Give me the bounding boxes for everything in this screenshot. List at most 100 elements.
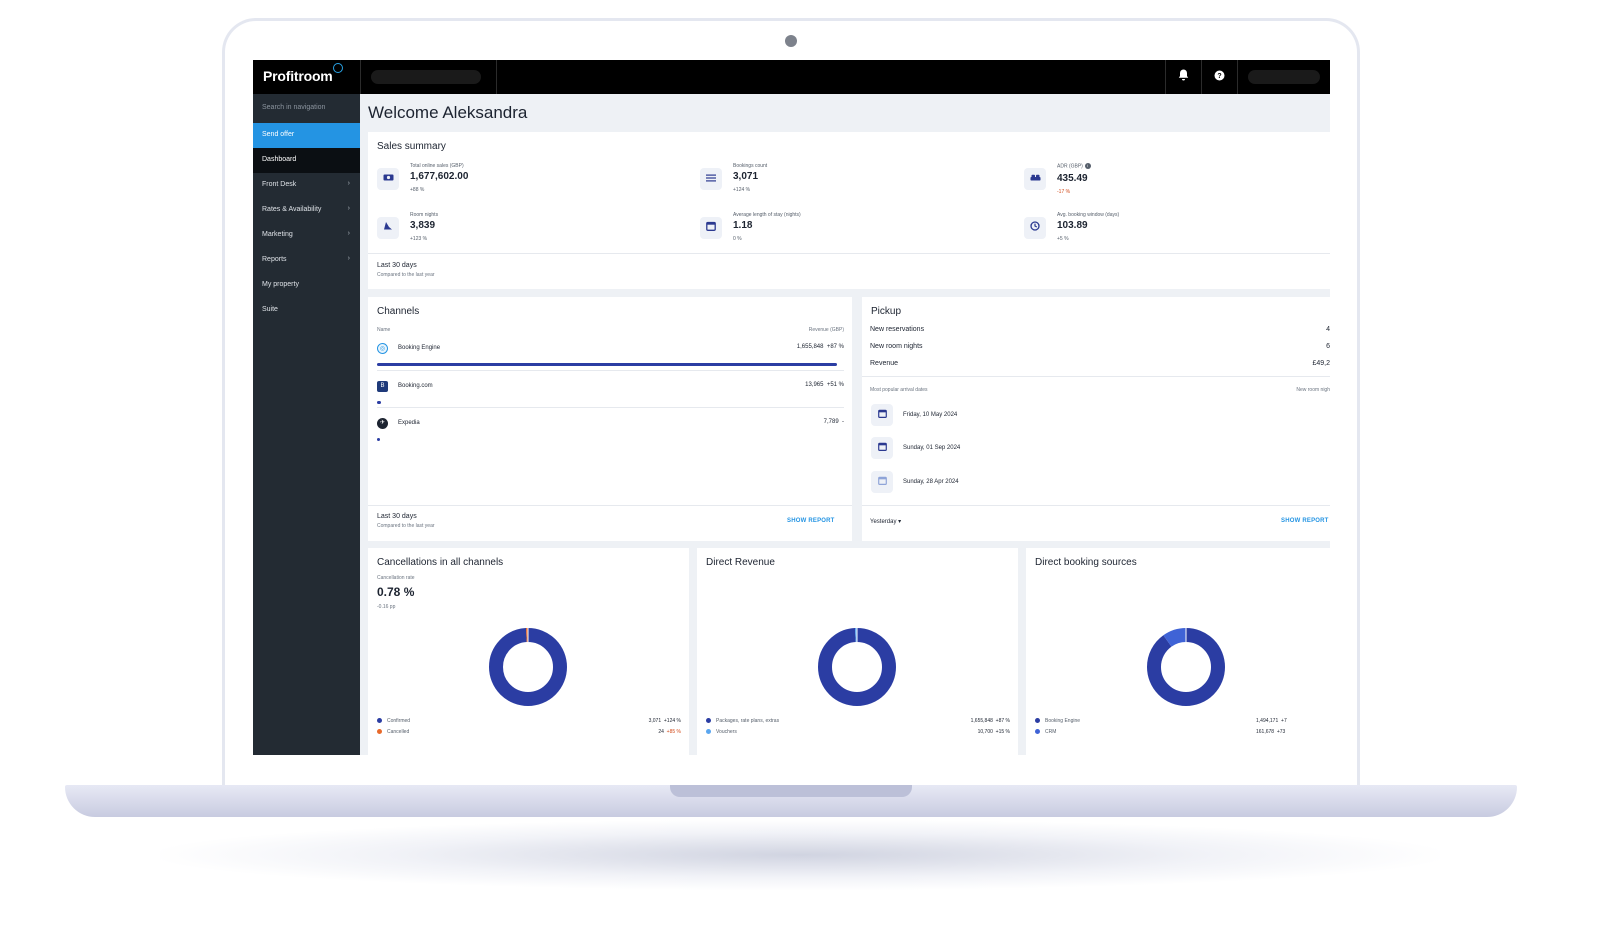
topbar-divider bbox=[496, 60, 497, 94]
legend-delta: +7 bbox=[1281, 718, 1287, 724]
donut-segments bbox=[818, 628, 896, 706]
info-icon[interactable]: i bbox=[1084, 163, 1091, 169]
nav-search-input[interactable]: Search in navigation bbox=[262, 104, 325, 111]
cancellation-rate: 0.78 % bbox=[377, 585, 415, 599]
kpi-delta: +5 % bbox=[1057, 236, 1069, 242]
card-divider bbox=[862, 505, 1330, 506]
channel-value: 1,655,848 +87 % bbox=[748, 344, 844, 350]
sidebar-item-dashboard[interactable]: Dashboard bbox=[253, 148, 360, 173]
channel-revenue: 13,965 bbox=[805, 382, 824, 388]
kpi-delta: +124 % bbox=[733, 187, 751, 193]
dropdown-value: Yesterday bbox=[870, 519, 897, 525]
sidebar-item-label: Dashboard bbox=[262, 156, 297, 163]
sidebar-item-label: My property bbox=[262, 281, 299, 288]
cancellations-card: Cancellations in all channels Cancellati… bbox=[368, 548, 689, 755]
dates-header: Most popular arrival dates bbox=[870, 387, 928, 393]
channel-name: Booking Engine bbox=[398, 345, 441, 351]
card-divider bbox=[368, 253, 1330, 254]
dates-column-header: New room nigh bbox=[1296, 387, 1330, 393]
channel-revenue: 1,655,848 bbox=[796, 344, 824, 350]
card-title: Direct booking sources bbox=[1035, 557, 1137, 568]
camera-icon bbox=[785, 35, 797, 47]
topbar-divider bbox=[1201, 60, 1202, 94]
card-title: Channels bbox=[377, 306, 420, 317]
period-label: Last 30 days bbox=[377, 513, 417, 520]
arrival-date: Sunday, 01 Sep 2024 bbox=[903, 445, 961, 451]
kpi-delta: +88 % bbox=[410, 187, 425, 193]
sidebar-item-label: Marketing bbox=[262, 231, 293, 238]
top-bar: Profitroom ? bbox=[253, 60, 1330, 94]
legend-number: 1,655,848 bbox=[970, 718, 993, 724]
legend-label: Vouchers bbox=[716, 729, 737, 735]
legend-number: 10,700 bbox=[977, 729, 993, 735]
kpi-value: 3,071 bbox=[733, 171, 759, 182]
chevron-right-icon: › bbox=[347, 255, 350, 262]
arrival-date: Friday, 10 May 2024 bbox=[903, 412, 958, 418]
legend-number: 3,071 bbox=[648, 718, 662, 724]
donut-segment-booking-engine bbox=[1147, 628, 1225, 706]
cancellations-donut bbox=[489, 628, 567, 706]
direct-revenue-card: Direct Revenue Packages, rate plans, ext… bbox=[697, 548, 1018, 755]
donut-segments bbox=[489, 628, 567, 706]
property-selector[interactable] bbox=[371, 70, 481, 84]
sidebar-item-send-offer[interactable]: Send offer bbox=[253, 123, 360, 148]
sidebar-item-label: Front Desk bbox=[262, 181, 297, 188]
calendar-icon bbox=[871, 437, 893, 459]
channels-card: Channels Name Revenue (GBP) ◎ Booking En… bbox=[368, 297, 852, 541]
kpi-delta: 0 % bbox=[733, 236, 742, 242]
profitroom-logo[interactable]: Profitroom bbox=[263, 68, 333, 84]
card-title: Sales summary bbox=[377, 141, 446, 152]
legend-delta: +15 % bbox=[995, 729, 1010, 735]
legend-value: 3,071 +124 % bbox=[608, 718, 681, 724]
calendar-icon bbox=[700, 217, 722, 239]
pickup-value: 4 bbox=[1326, 326, 1330, 333]
sidebar-item-label: Send offer bbox=[262, 131, 295, 138]
card-title: Direct Revenue bbox=[706, 557, 775, 568]
direct-sources-donut bbox=[1147, 628, 1225, 706]
card-title: Pickup bbox=[871, 306, 902, 317]
clock-icon bbox=[1024, 217, 1046, 239]
period-dropdown[interactable]: Yesterday ▾ bbox=[870, 518, 901, 525]
sidebar: Search in navigation Send offer Dashboar… bbox=[253, 94, 360, 755]
sidebar-item-my-property[interactable]: My property bbox=[253, 273, 360, 298]
card-divider bbox=[368, 505, 852, 506]
show-report-button[interactable]: SHOW REPORT bbox=[1281, 518, 1329, 524]
kpi-label: Total online sales (GBP) bbox=[410, 163, 464, 169]
show-report-button[interactable]: SHOW REPORT bbox=[787, 518, 835, 524]
direct-sources-card: Direct booking sources Booking Engine 1,… bbox=[1026, 548, 1330, 755]
channel-delta: +87 % bbox=[826, 344, 844, 350]
kpi-value: 1.18 bbox=[733, 220, 753, 231]
sidebar-item-rates[interactable]: Rates & Availability › bbox=[253, 198, 360, 223]
legend-value: 1,494,171 +7 bbox=[1256, 718, 1330, 724]
channel-share-bar bbox=[377, 363, 837, 366]
rate-delta: -0.16 pp bbox=[377, 604, 396, 610]
channel-value: 7,789 - bbox=[748, 419, 844, 425]
bell-icon[interactable] bbox=[1174, 68, 1192, 86]
legend-label: Confirmed bbox=[387, 718, 411, 724]
legend-label: CRM bbox=[1045, 729, 1057, 735]
pickup-value: 6 bbox=[1326, 343, 1330, 350]
main-content: Welcome Aleksandra Sales summary Total o… bbox=[360, 94, 1330, 755]
sidebar-item-marketing[interactable]: Marketing › bbox=[253, 223, 360, 248]
channel-value: 13,965 +51 % bbox=[748, 382, 844, 388]
kpi-value: 1,677,602.00 bbox=[410, 171, 469, 182]
legend-value: 10,700 +15 % bbox=[927, 729, 1010, 735]
row-divider bbox=[377, 407, 844, 408]
kpi-value: 3,839 bbox=[410, 220, 436, 231]
kpi-label: ADR (GBP) i bbox=[1057, 163, 1091, 169]
cash-icon bbox=[377, 168, 399, 190]
legend-delta: +124 % bbox=[663, 718, 681, 724]
legend-dot-vouchers bbox=[706, 729, 711, 734]
bed-icon bbox=[1024, 168, 1046, 190]
help-icon[interactable]: ? bbox=[1210, 68, 1228, 86]
sidebar-item-front-desk[interactable]: Front Desk › bbox=[253, 173, 360, 198]
app-screen: Profitroom ? Search in navigation Send o… bbox=[253, 60, 1330, 755]
sidebar-item-reports[interactable]: Reports › bbox=[253, 248, 360, 273]
column-header-revenue: Revenue (GBP) bbox=[808, 327, 844, 333]
user-menu[interactable] bbox=[1248, 70, 1320, 84]
row-divider bbox=[377, 370, 844, 371]
expedia-icon: ✈ bbox=[377, 418, 388, 429]
sidebar-item-suite[interactable]: Suite bbox=[253, 298, 360, 323]
kpi-label: Avg. booking window (days) bbox=[1057, 212, 1120, 218]
legend-number: 24 bbox=[658, 729, 664, 735]
